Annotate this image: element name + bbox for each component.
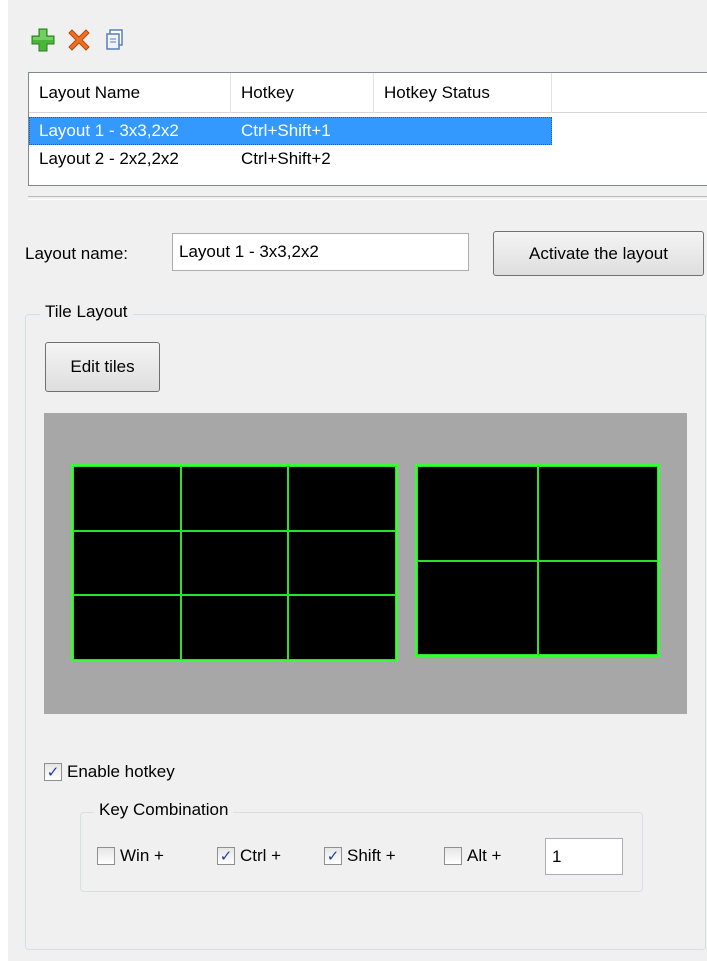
checkbox-box: ✓: [44, 763, 62, 781]
enable-hotkey-label: Enable hotkey: [67, 762, 175, 781]
tile-preview: [44, 413, 687, 714]
list-item[interactable]: Layout 1 - 3x3,2x2 Ctrl+Shift+1: [29, 117, 552, 145]
alt-label: Alt +: [467, 846, 502, 865]
tile: [417, 466, 538, 561]
tile: [180, 595, 289, 660]
check-icon: ✓: [326, 847, 340, 865]
tile: [180, 530, 289, 596]
tile: [73, 530, 181, 596]
tile: [537, 560, 658, 655]
tile: [73, 466, 181, 531]
win-checkbox[interactable]: Win +: [97, 846, 164, 866]
column-header-hotkey[interactable]: Hotkey: [231, 73, 374, 113]
add-layout-button[interactable]: [30, 27, 56, 53]
list-item-status: [374, 145, 552, 173]
check-icon: ✓: [219, 847, 233, 865]
x-icon: [68, 29, 90, 51]
check-icon: ✓: [46, 763, 60, 781]
win-label: Win +: [120, 846, 164, 865]
column-header-layout-name[interactable]: Layout Name: [29, 73, 231, 113]
list-item-name: Layout 1 - 3x3,2x2: [39, 121, 179, 140]
tile: [288, 466, 396, 531]
tile: [288, 530, 396, 596]
shift-checkbox[interactable]: ✓ Shift +: [324, 846, 396, 866]
list-header: Layout Name Hotkey Hotkey Status: [29, 73, 707, 113]
edit-tiles-button[interactable]: Edit tiles: [45, 342, 160, 392]
list-item-name: Layout 2 - 2x2,2x2: [39, 149, 179, 168]
tile: [180, 466, 289, 531]
list-item[interactable]: Layout 2 - 2x2,2x2 Ctrl+Shift+2: [29, 145, 707, 173]
copy-icon: [106, 29, 123, 50]
copy-layout-button[interactable]: [102, 27, 128, 53]
list-item-status: [374, 117, 552, 145]
hotkey-key-input[interactable]: [545, 838, 623, 875]
tile-layout-title: Tile Layout: [40, 302, 133, 322]
checkbox-box: ✓: [324, 847, 342, 865]
alt-checkbox[interactable]: Alt +: [444, 846, 502, 866]
tile: [73, 595, 181, 660]
shift-label: Shift +: [347, 846, 396, 865]
ctrl-checkbox[interactable]: ✓ Ctrl +: [217, 846, 281, 866]
layout-name-label: Layout name:: [25, 244, 129, 263]
ctrl-label: Ctrl +: [240, 846, 282, 865]
toolbar: [30, 27, 128, 53]
checkbox-box: [444, 847, 462, 865]
delete-layout-button[interactable]: [66, 27, 92, 53]
tile: [537, 466, 658, 561]
checkbox-box: [97, 847, 115, 865]
plus-icon: [31, 28, 55, 52]
activate-layout-button[interactable]: Activate the layout: [493, 231, 704, 276]
list-item-hotkey: Ctrl+Shift+2: [241, 149, 331, 168]
checkbox-box: ✓: [217, 847, 235, 865]
monitor-grid-1: [71, 464, 398, 662]
splitter[interactable]: [28, 196, 707, 200]
enable-hotkey-checkbox[interactable]: ✓ Enable hotkey: [44, 762, 175, 782]
tile: [417, 560, 538, 655]
monitor-grid-2: [415, 464, 660, 657]
layout-list[interactable]: Layout Name Hotkey Hotkey Status Layout …: [28, 72, 707, 186]
layout-name-input[interactable]: [172, 233, 469, 271]
key-combination-title: Key Combination: [94, 800, 234, 820]
tile: [288, 595, 396, 660]
list-item-hotkey: Ctrl+Shift+1: [241, 121, 331, 140]
column-header-hotkey-status[interactable]: Hotkey Status: [374, 73, 552, 113]
